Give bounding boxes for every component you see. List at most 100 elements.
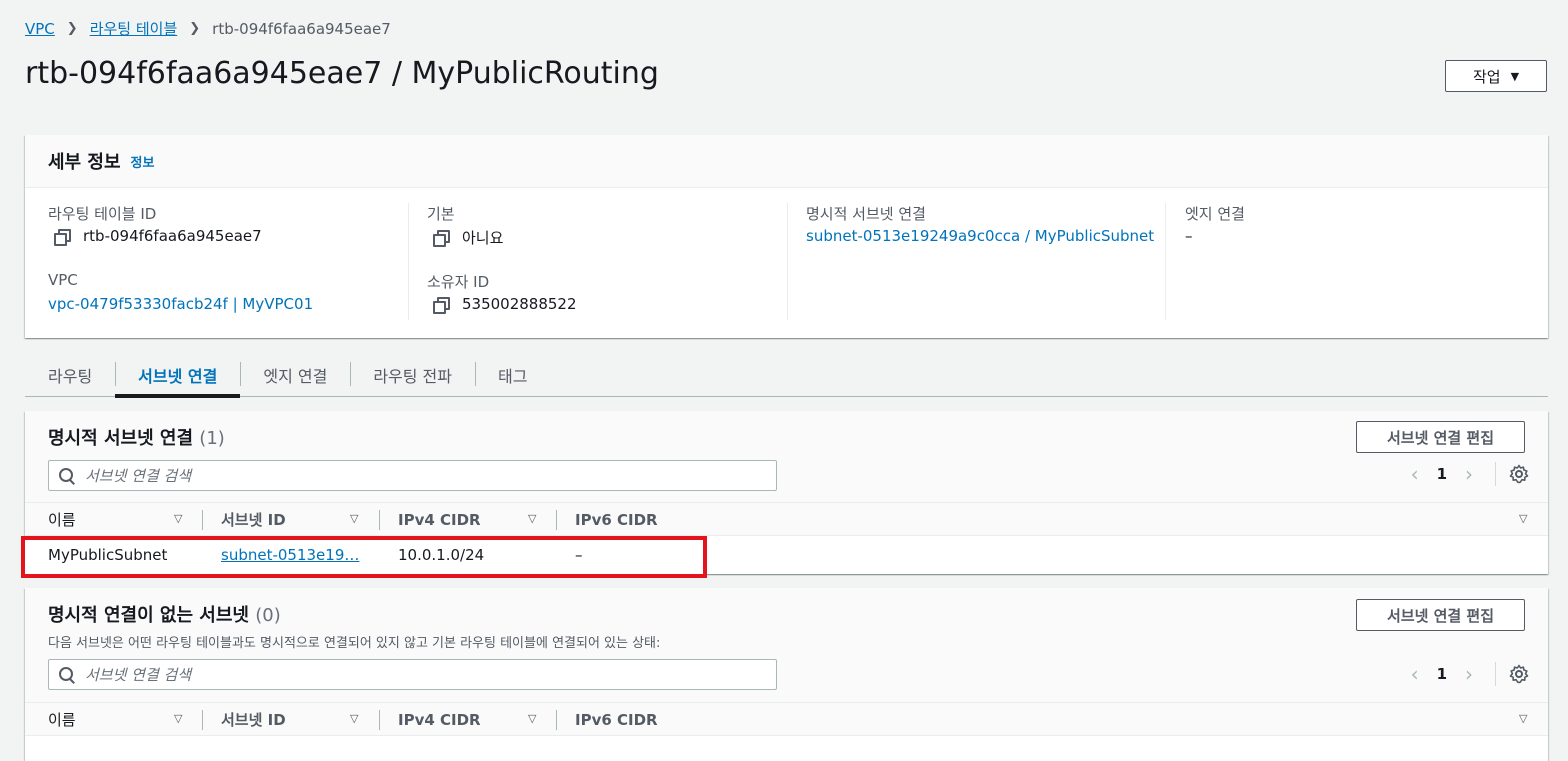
column-divider[interactable] xyxy=(556,710,557,730)
table-header: 이름 ▽ 서브넷 ID ▽ IPv4 CIDR ▽ IPv6 CIDR ▽ xyxy=(25,702,1548,736)
main-value: 아니요 xyxy=(427,227,503,248)
explicit-associations-header: 명시적 서브넷 연결 (1) 서브넷 연결 편집 ‹ 1 › xyxy=(25,411,1548,502)
edit-subnet-associations-button[interactable]: 서브넷 연결 편집 xyxy=(1356,599,1525,631)
sort-down-icon[interactable]: ▽ xyxy=(1519,512,1527,525)
breadcrumb-current: rtb-094f6faa6a945eae7 xyxy=(212,19,391,38)
search-input[interactable] xyxy=(85,466,765,485)
gear-icon-svg xyxy=(1509,664,1529,684)
column-header-name[interactable]: 이름 xyxy=(48,503,76,536)
explicit-assoc-link[interactable]: subnet-0513e19249a9c0cca / MyPublicSubne… xyxy=(806,227,1154,245)
pagination: ‹ 1 › xyxy=(1403,662,1530,686)
details-column-1: 라우팅 테이블 ID rtb-094f6faa6a945eae7 VPC vpc… xyxy=(48,203,409,320)
gear-icon-svg xyxy=(1509,464,1529,484)
sort-down-icon[interactable]: ▽ xyxy=(528,712,536,725)
route-table-id-value: rtb-094f6faa6a945eae7 xyxy=(48,227,262,246)
chevron-right-icon: ❯ xyxy=(66,21,78,36)
page-number[interactable]: 1 xyxy=(1437,665,1447,683)
unassociated-subnets-panel: 명시적 연결이 없는 서브넷 (0) 다음 서브넷은 어떤 라우팅 테이블과도 … xyxy=(25,588,1548,761)
route-table-id-text: rtb-094f6faa6a945eae7 xyxy=(83,227,262,245)
column-header-ipv6-cidr[interactable]: IPv6 CIDR xyxy=(575,703,658,736)
details-panel: 세부 정보 정보 라우팅 테이블 ID rtb-094f6faa6a945eae… xyxy=(25,135,1548,338)
pager-divider xyxy=(1495,662,1496,686)
chevron-right-icon[interactable]: › xyxy=(1457,662,1481,686)
details-column-4: 엣지 연결 – xyxy=(1185,203,1525,320)
pagination: ‹ 1 › xyxy=(1403,462,1530,486)
unassociated-subnets-title: 명시적 연결이 없는 서브넷 (0) xyxy=(48,601,281,627)
copy-icon[interactable] xyxy=(54,228,71,246)
tab-subnet-associations[interactable]: 서브넷 연결 xyxy=(115,354,241,398)
actions-label: 작업 xyxy=(1472,67,1501,86)
info-link[interactable]: 정보 xyxy=(131,152,155,171)
search-input[interactable] xyxy=(85,665,765,684)
sort-down-icon[interactable]: ▽ xyxy=(350,512,358,525)
chevron-left-icon[interactable]: ‹ xyxy=(1403,462,1427,486)
gear-icon[interactable] xyxy=(1508,463,1530,485)
details-title: 세부 정보 xyxy=(48,152,121,173)
column-header-subnet-id[interactable]: 서브넷 ID xyxy=(221,703,286,736)
unassociated-subnets-header: 명시적 연결이 없는 서브넷 (0) 다음 서브넷은 어떤 라우팅 테이블과도 … xyxy=(25,588,1548,702)
edge-assoc-label: 엣지 연결 xyxy=(1185,205,1245,223)
column-divider[interactable] xyxy=(202,510,203,530)
tab-tags[interactable]: 태그 xyxy=(475,354,550,396)
gear-icon[interactable] xyxy=(1508,663,1530,685)
details-column-2: 기본 아니요 소유자 ID 535002888522 xyxy=(427,203,788,320)
copy-icon[interactable] xyxy=(433,296,450,314)
edge-assoc-value: – xyxy=(1185,227,1193,245)
column-divider[interactable] xyxy=(379,710,380,730)
page-title: rtb-094f6faa6a945eae7 / MyPublicRouting xyxy=(25,56,659,91)
details-grid: 라우팅 테이블 ID rtb-094f6faa6a945eae7 VPC vpc… xyxy=(25,188,1548,338)
sort-down-icon[interactable]: ▽ xyxy=(174,512,182,525)
vpc-link[interactable]: vpc-0479f53330facb24f | MyVPC01 xyxy=(48,295,313,313)
route-table-id-label: 라우팅 테이블 ID xyxy=(48,205,157,223)
column-header-ipv4-cidr[interactable]: IPv4 CIDR xyxy=(398,503,481,536)
unassociated-subnets-title-text: 명시적 연결이 없는 서브넷 xyxy=(48,605,249,626)
breadcrumb-route-tables-link[interactable]: 라우팅 테이블 xyxy=(90,18,178,39)
search-icon xyxy=(59,666,75,683)
column-header-ipv6-cidr[interactable]: IPv6 CIDR xyxy=(575,503,658,536)
edit-subnet-associations-button[interactable]: 서브넷 연결 편집 xyxy=(1356,421,1525,453)
column-header-ipv4-cidr[interactable]: IPv4 CIDR xyxy=(398,703,481,736)
search-box xyxy=(48,659,777,690)
owner-id-text: 535002888522 xyxy=(462,295,577,313)
actions-dropdown-button[interactable]: 작업 ▼ xyxy=(1445,60,1547,92)
unassociated-subnets-count: (0) xyxy=(255,605,281,626)
owner-id-value: 535002888522 xyxy=(427,295,577,314)
tab-bar: 라우팅 서브넷 연결 엣지 연결 라우팅 전파 태그 xyxy=(25,354,1548,398)
pager-divider xyxy=(1495,462,1496,486)
main-label: 기본 xyxy=(427,205,455,223)
sort-down-icon[interactable]: ▽ xyxy=(350,712,358,725)
sort-down-icon[interactable]: ▽ xyxy=(1519,712,1527,725)
sort-down-icon[interactable]: ▽ xyxy=(528,512,536,525)
tab-route-propagation[interactable]: 라우팅 전파 xyxy=(350,354,475,396)
explicit-associations-count: (1) xyxy=(199,428,225,449)
breadcrumb-vpc-link[interactable]: VPC xyxy=(25,20,55,38)
owner-id-label: 소유자 ID xyxy=(427,273,490,291)
highlight-box xyxy=(21,536,707,578)
column-divider[interactable] xyxy=(202,710,203,730)
column-divider[interactable] xyxy=(556,510,557,530)
tab-edge-associations[interactable]: 엣지 연결 xyxy=(240,354,350,396)
explicit-associations-title: 명시적 서브넷 연결 (1) xyxy=(48,424,225,450)
sort-down-icon[interactable]: ▽ xyxy=(174,712,182,725)
details-column-3: 명시적 서브넷 연결 subnet-0513e19249a9c0cca / My… xyxy=(806,203,1166,320)
column-header-subnet-id[interactable]: 서브넷 ID xyxy=(221,503,286,536)
chevron-right-icon: ❯ xyxy=(189,21,201,36)
vpc-label: VPC xyxy=(48,271,78,289)
unassociated-subnets-description: 다음 서브넷은 어떤 라우팅 테이블과도 명시적으로 연결되어 있지 않고 기본… xyxy=(48,636,661,651)
search-box xyxy=(48,460,777,491)
details-header: 세부 정보 정보 xyxy=(25,135,1548,188)
tab-routes[interactable]: 라우팅 xyxy=(25,354,115,396)
copy-icon[interactable] xyxy=(433,230,450,247)
search-icon xyxy=(59,467,75,484)
page-number[interactable]: 1 xyxy=(1437,465,1447,483)
chevron-left-icon[interactable]: ‹ xyxy=(1403,662,1427,686)
chevron-right-icon[interactable]: › xyxy=(1457,462,1481,486)
main-value-text: 아니요 xyxy=(462,229,504,247)
column-divider[interactable] xyxy=(379,510,380,530)
explicit-assoc-label: 명시적 서브넷 연결 xyxy=(806,205,926,223)
column-header-name[interactable]: 이름 xyxy=(48,703,76,736)
breadcrumb: VPC ❯ 라우팅 테이블 ❯ rtb-094f6faa6a945eae7 xyxy=(25,18,391,39)
explicit-associations-title-text: 명시적 서브넷 연결 xyxy=(48,428,194,449)
caret-down-icon: ▼ xyxy=(1510,69,1520,83)
table-header: 이름 ▽ 서브넷 ID ▽ IPv4 CIDR ▽ IPv6 CIDR ▽ xyxy=(25,502,1548,536)
